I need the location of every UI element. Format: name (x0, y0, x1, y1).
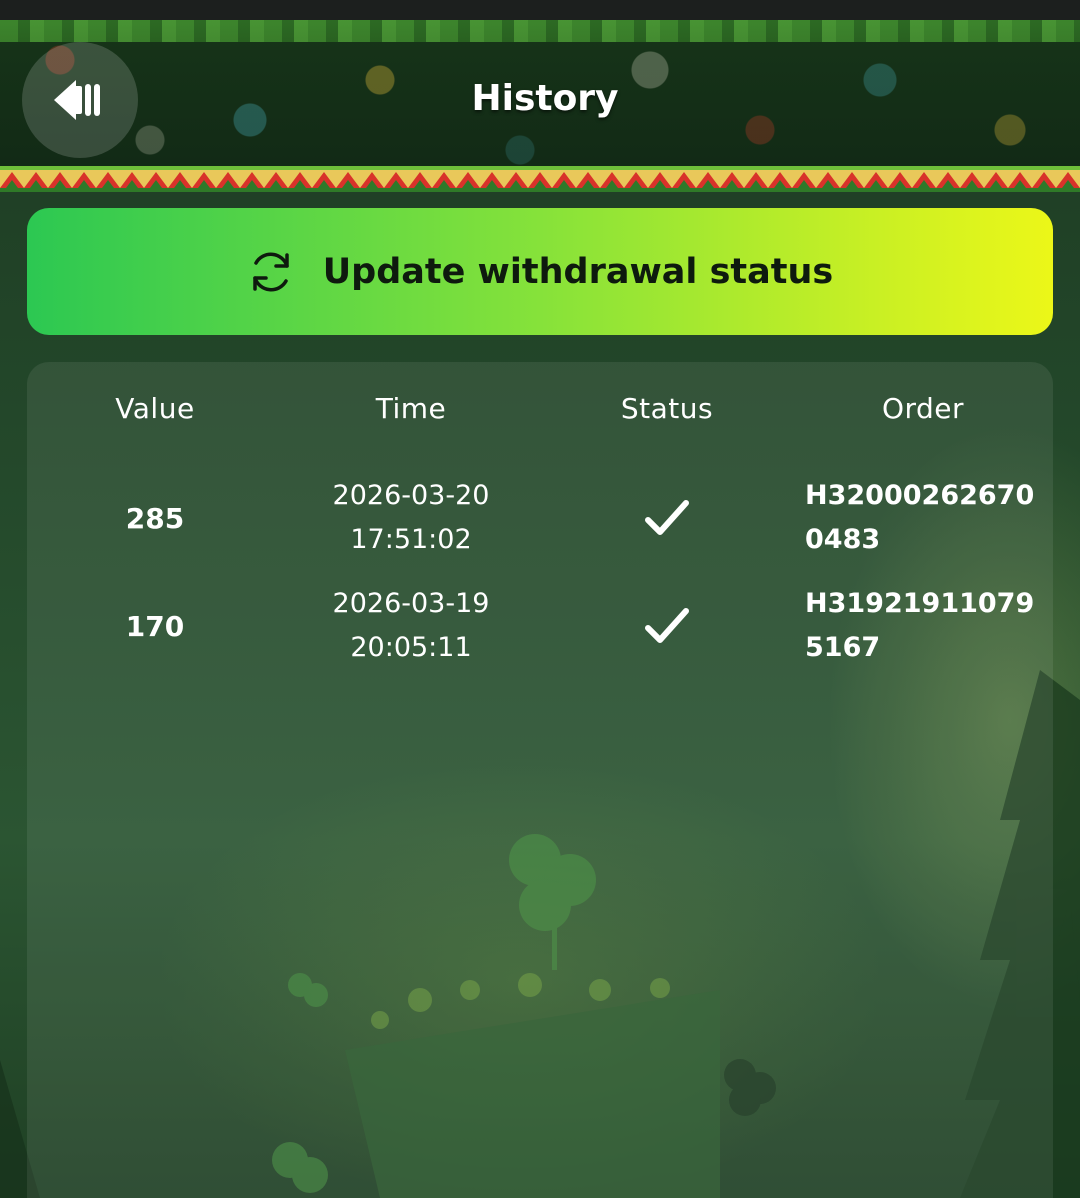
row-time: 2026-03-20 17:51:02 (283, 464, 539, 572)
column-header-time: Time (375, 392, 447, 425)
update-withdrawal-status-button[interactable]: Update withdrawal status (27, 208, 1053, 335)
row-date-text: 2026-03-19 (332, 588, 490, 619)
system-status-bar (0, 0, 1080, 20)
row-order-id: H31921911079 5167 (805, 572, 1045, 680)
column-header-value: Value (115, 392, 195, 425)
update-button-label: Update withdrawal status (322, 251, 834, 292)
row-value: 170 (125, 609, 185, 643)
row-status (539, 464, 795, 572)
refresh-icon (247, 248, 295, 296)
row-order-id: H32000262670 0483 (805, 464, 1045, 572)
order-id-line1: H32000262670 (805, 480, 1035, 511)
header-zigzag-border (0, 166, 1080, 192)
history-page: History Update withdrawal status Value T… (0, 0, 1080, 1198)
table-row: 285 2026-03-20 17:51:02 H32000262670 048… (27, 464, 1053, 572)
checkmark-icon (645, 608, 689, 643)
order-id-line1: H31921911079 (805, 588, 1035, 619)
checkmark-icon (645, 500, 689, 535)
column-header-order: Order (881, 392, 965, 425)
row-value: 285 (125, 501, 185, 535)
page-title: History (471, 78, 619, 119)
row-time: 2026-03-19 20:05:11 (283, 572, 539, 680)
order-id-line2: 0483 (805, 524, 881, 555)
row-time-text: 17:51:02 (350, 524, 472, 555)
header-vine-border (0, 20, 1080, 42)
table-row: 170 2026-03-19 20:05:11 H31921911079 516… (27, 572, 1053, 680)
row-status (539, 572, 795, 680)
page-header: History (0, 20, 1080, 192)
row-time-text: 20:05:11 (350, 632, 472, 663)
column-header-status: Status (620, 392, 714, 425)
order-id-line2: 5167 (805, 632, 881, 663)
row-date-text: 2026-03-20 (332, 480, 490, 511)
